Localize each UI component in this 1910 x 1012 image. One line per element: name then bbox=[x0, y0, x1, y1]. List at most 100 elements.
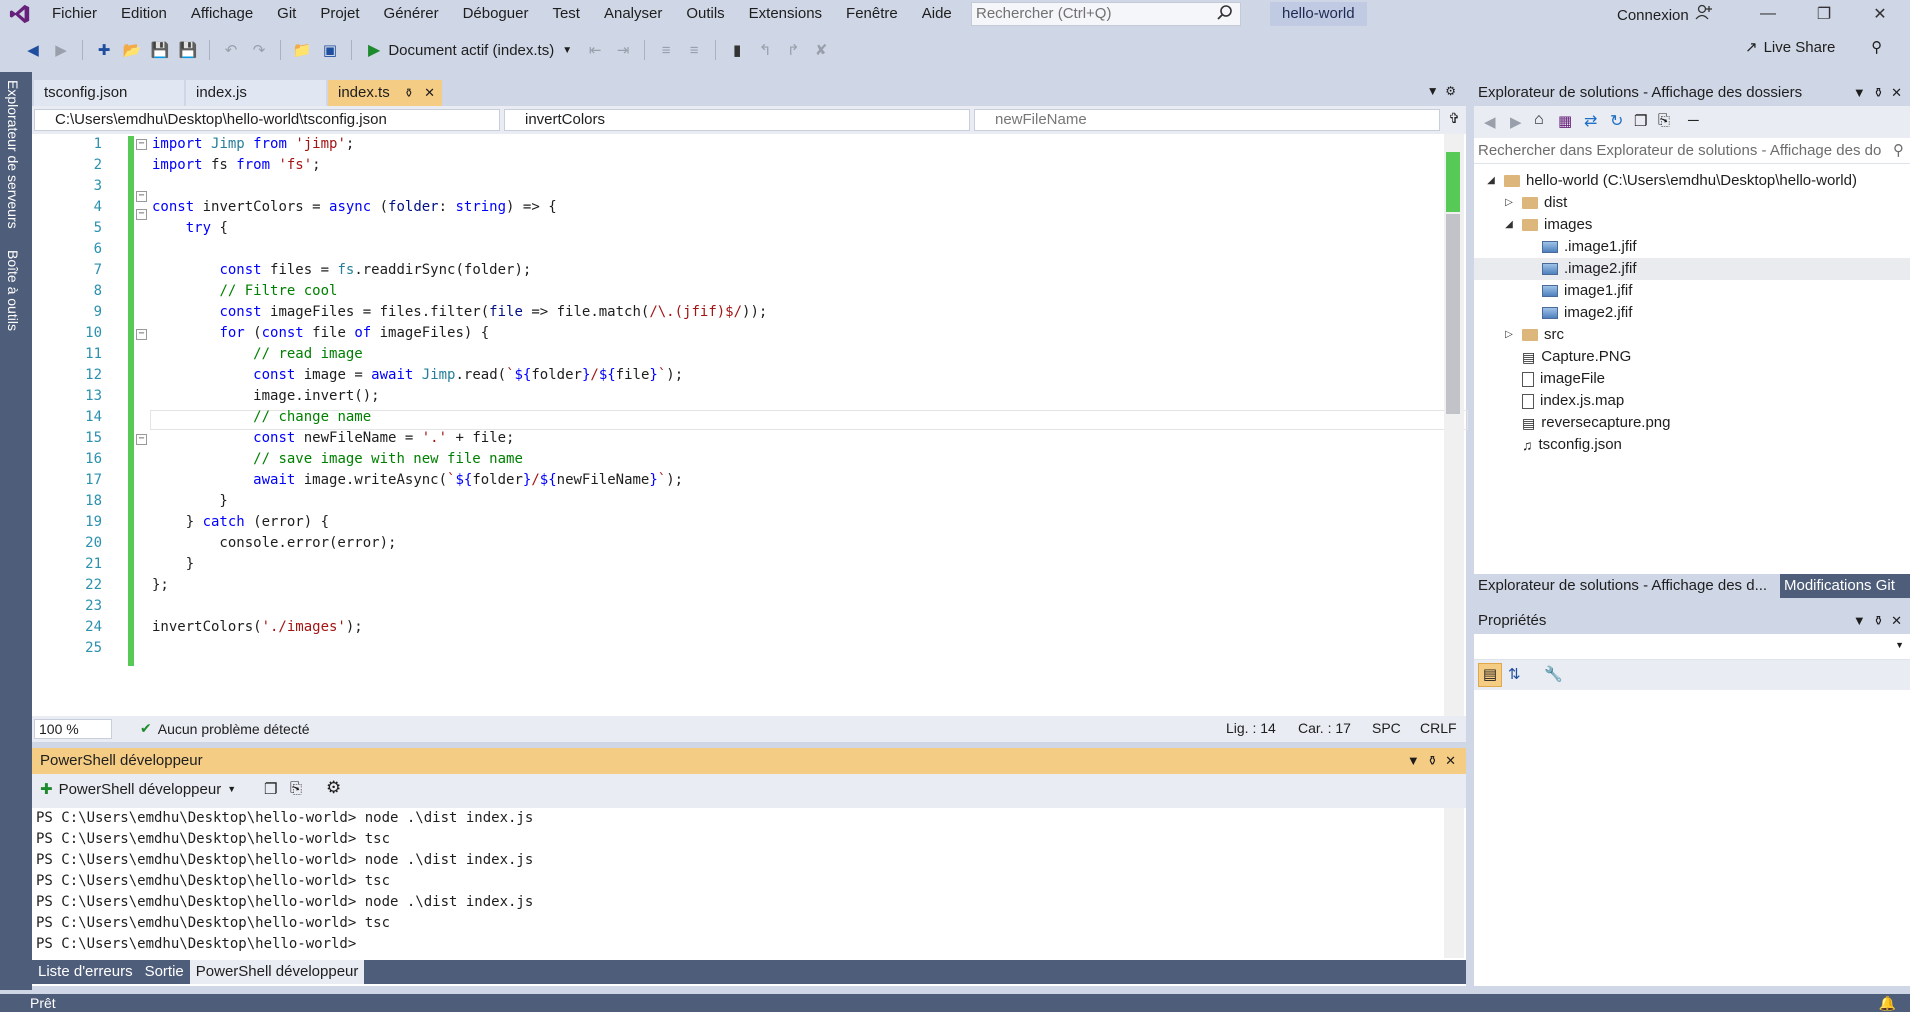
open-folder-icon[interactable]: 📂 bbox=[121, 39, 143, 61]
tab-git-changes[interactable]: Modifications Git bbox=[1780, 574, 1910, 598]
tree-item-file[interactable]: imageFile bbox=[1502, 368, 1605, 390]
menu-git[interactable]: Git bbox=[265, 0, 308, 28]
bookmark-icon[interactable]: ▮ bbox=[726, 39, 748, 61]
issues-indicator[interactable]: ✔ Aucun problème détecté bbox=[140, 720, 310, 737]
home-icon[interactable]: ⌂ bbox=[1534, 111, 1544, 129]
zoom-dropdown[interactable]: 100 % bbox=[34, 719, 112, 739]
fold-toggle[interactable]: − bbox=[136, 329, 147, 340]
clear-bookmarks-icon[interactable]: ✘ bbox=[810, 39, 832, 61]
menu-fenetre[interactable]: Fenêtre bbox=[834, 0, 910, 28]
settings-gear-icon[interactable]: ⚙ bbox=[326, 778, 341, 798]
search-input[interactable]: Rechercher (Ctrl+Q) bbox=[971, 2, 1241, 26]
tree-item-file[interactable]: ▤ Capture.PNG bbox=[1502, 346, 1631, 368]
terminal-output[interactable]: PS C:\Users\emdhu\Desktop\hello-world> n… bbox=[32, 808, 1442, 958]
tree-root[interactable]: ◢ hello-world (C:\Users\emdhu\Desktop\he… bbox=[1484, 170, 1857, 192]
switch-views-icon[interactable]: ▦ bbox=[1558, 112, 1572, 130]
tab-index-js[interactable]: index.js bbox=[186, 80, 326, 106]
properties-icon[interactable]: ─ bbox=[1688, 112, 1699, 129]
expanded-arrow-icon[interactable]: ◢ bbox=[1484, 170, 1498, 192]
visual-studio-logo-icon[interactable] bbox=[0, 0, 40, 28]
menu-fichier[interactable]: Fichier bbox=[40, 0, 109, 28]
live-share-button[interactable]: ↗ Live Share ⚲ bbox=[1745, 38, 1882, 57]
categorized-icon[interactable]: ▤ bbox=[1478, 663, 1502, 687]
collapse-all-icon[interactable]: ❐ bbox=[1634, 112, 1647, 130]
menu-aide[interactable]: Aide bbox=[910, 0, 964, 28]
tab-output[interactable]: Sortie bbox=[139, 960, 190, 984]
fold-toggle[interactable]: − bbox=[136, 209, 147, 220]
menu-deboguer[interactable]: Déboguer bbox=[451, 0, 541, 28]
properties-object-dropdown[interactable]: ▼ bbox=[1474, 634, 1910, 660]
property-pages-icon[interactable]: 🔧 bbox=[1544, 665, 1563, 683]
step-over-icon[interactable]: ⇥ bbox=[612, 39, 634, 61]
code-editor[interactable]: 1 2 3 4 5 6 7 8 9 10 11 12 13 14 15 16 17 18 19 20 21 22 23 24 2… bbox=[32, 134, 1468, 716]
close-tab-icon[interactable]: ✕ bbox=[424, 85, 435, 100]
tree-item-file[interactable]: image1.jfif bbox=[1522, 280, 1632, 302]
forward-icon[interactable]: ▶ bbox=[1510, 113, 1522, 131]
server-explorer-tab[interactable]: Explorateur de serveurs bbox=[5, 80, 21, 229]
expanded-arrow-icon[interactable]: ◢ bbox=[1502, 214, 1516, 236]
panel-controls[interactable]: ▼ ⚱ ✕ bbox=[1407, 748, 1456, 774]
search-icon[interactable]: ⚲ bbox=[1893, 138, 1904, 164]
new-project-icon[interactable]: ✚ bbox=[93, 39, 115, 61]
tree-item-images[interactable]: ◢ images bbox=[1502, 214, 1592, 236]
fold-toggle[interactable]: − bbox=[136, 139, 147, 150]
tab-index-ts[interactable]: index.ts ⚱ ✕ bbox=[328, 80, 442, 106]
run-button[interactable]: ▶ Document actif (index.ts) ▼ bbox=[362, 40, 578, 60]
back-icon[interactable]: ◀ bbox=[1484, 113, 1496, 131]
tab-error-list[interactable]: Liste d'erreurs bbox=[32, 960, 139, 984]
file-path-dropdown[interactable]: C:\Users\emdhu\Desktop\hello-world\tscon… bbox=[34, 109, 500, 131]
copy-icon[interactable]: ⎘ bbox=[1658, 112, 1670, 129]
panel-controls[interactable]: ▼ ⚱ ✕ bbox=[1853, 80, 1902, 106]
search-icon[interactable] bbox=[1216, 4, 1236, 24]
menu-test[interactable]: Test bbox=[540, 0, 592, 28]
copy-icon[interactable]: ❐ bbox=[264, 780, 277, 798]
close-icon[interactable]: ✕ bbox=[1852, 0, 1908, 28]
find-in-files-icon[interactable]: 📁 bbox=[291, 39, 313, 61]
tab-overflow-icon[interactable]: ▼ ⚙ bbox=[1427, 84, 1456, 98]
menu-analyser[interactable]: Analyser bbox=[592, 0, 674, 28]
save-icon[interactable]: 💾 bbox=[149, 39, 171, 61]
tree-item-file[interactable]: ♫ tsconfig.json bbox=[1502, 434, 1622, 456]
tree-item-file[interactable]: ▤ reversecapture.png bbox=[1502, 412, 1670, 434]
solution-search-input[interactable]: Rechercher dans Explorateur de solutions… bbox=[1474, 138, 1910, 164]
step-into-icon[interactable]: ⇤ bbox=[584, 39, 606, 61]
next-bookmark-icon[interactable]: ↱ bbox=[782, 39, 804, 61]
redo-icon[interactable]: ↷ bbox=[248, 39, 270, 61]
tree-item-file[interactable]: index.js.map bbox=[1502, 390, 1624, 412]
tree-item-src[interactable]: ▷ src bbox=[1502, 324, 1564, 346]
terminal-scrollbar[interactable] bbox=[1444, 808, 1464, 958]
toolbox-tab[interactable]: Boîte à outils bbox=[5, 250, 21, 331]
menu-generer[interactable]: Générer bbox=[372, 0, 451, 28]
notifications-icon[interactable]: 🔔 bbox=[1879, 994, 1896, 1012]
tab-powershell[interactable]: PowerShell développeur bbox=[189, 960, 365, 984]
collapsed-arrow-icon[interactable]: ▷ bbox=[1502, 192, 1516, 214]
tree-item-file[interactable]: .image1.jfif bbox=[1522, 236, 1637, 258]
fold-toggle[interactable]: − bbox=[136, 434, 147, 445]
feedback-icon[interactable]: ⚲ bbox=[1871, 38, 1882, 56]
member-dropdown[interactable]: invertColors bbox=[504, 109, 970, 131]
tab-solution-explorer[interactable]: Explorateur de solutions - Affichage des… bbox=[1474, 574, 1780, 598]
sign-in-button[interactable]: Connexion bbox=[1617, 3, 1713, 28]
symbol-dropdown[interactable]: newFileName bbox=[974, 109, 1440, 131]
undo-icon[interactable]: ↶ bbox=[220, 39, 242, 61]
new-terminal-button[interactable]: ✚ PowerShell développeur ▼ bbox=[40, 780, 236, 799]
fold-toggle[interactable]: − bbox=[136, 191, 147, 202]
pin-icon[interactable]: ⚱ bbox=[404, 86, 414, 100]
sync-icon[interactable]: ⇄ bbox=[1584, 111, 1597, 131]
outdent-icon[interactable]: ≡ bbox=[655, 39, 677, 61]
tree-item-file-selected[interactable]: .image2.jfif bbox=[1474, 258, 1910, 280]
refresh-icon[interactable]: ↻ bbox=[1610, 111, 1623, 131]
restore-icon[interactable]: ❐ bbox=[1796, 0, 1852, 28]
prev-bookmark-icon[interactable]: ↰ bbox=[754, 39, 776, 61]
tree-item-dist[interactable]: ▷ dist bbox=[1502, 192, 1567, 214]
menu-outils[interactable]: Outils bbox=[674, 0, 736, 28]
forward-icon[interactable]: ▶ bbox=[50, 39, 72, 61]
tab-tsconfig[interactable]: tsconfig.json bbox=[34, 80, 184, 106]
browser-icon[interactable]: ▣ bbox=[319, 39, 341, 61]
split-icon[interactable]: ✞ bbox=[1448, 110, 1460, 127]
menu-extensions[interactable]: Extensions bbox=[737, 0, 834, 28]
collapsed-arrow-icon[interactable]: ▷ bbox=[1502, 324, 1516, 346]
tree-item-file[interactable]: image2.jfif bbox=[1522, 302, 1632, 324]
eol-indicator[interactable]: CRLF bbox=[1420, 720, 1457, 736]
save-all-icon[interactable]: 💾 bbox=[177, 39, 199, 61]
